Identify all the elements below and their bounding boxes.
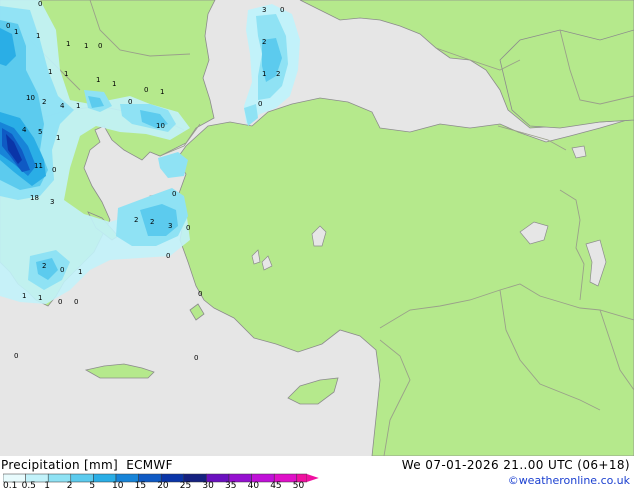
precip-label: 1 <box>66 40 70 48</box>
precip-label: 1 <box>64 70 68 78</box>
precip-label: 18 <box>30 194 39 202</box>
precip-label: 0 <box>198 290 202 298</box>
credit-link[interactable]: ©weatheronline.co.uk <box>508 474 630 487</box>
precip-label: 1 <box>76 102 80 110</box>
valid-time: We 07-01-2026 21..00 UTC (06+18) <box>401 458 630 472</box>
product-title: Precipitation [mm] ECMWF <box>1 458 173 472</box>
precip-label: 11 <box>34 162 43 170</box>
precip-label: 0 <box>98 42 102 50</box>
precip-label: 2 <box>42 98 46 106</box>
precip-label: 10 <box>156 122 165 130</box>
precip-label: 0 <box>172 190 176 198</box>
precip-label: 3 <box>50 198 54 206</box>
map-footer: Precipitation [mm] ECMWF We 07-01-2026 2… <box>0 456 634 491</box>
precip-label: 5 <box>38 128 42 136</box>
land-caucasus <box>499 29 634 129</box>
precip-label: 0 <box>194 354 198 362</box>
precip-label: 10 <box>26 94 35 102</box>
precip-label: 1 <box>22 292 26 300</box>
precip-label: 0 <box>74 298 78 306</box>
precip-label: 4 <box>60 102 65 110</box>
precip-label: 0 <box>280 6 284 14</box>
precip-label: 3 <box>262 6 266 14</box>
precipitation-map-canvas: 0 1 1 0 3 1 2 0 1 1 2 1 1 0 1 1 0 10 2 4… <box>0 0 634 456</box>
model-name: ECMWF <box>126 458 173 472</box>
precip-label: 0 <box>128 98 132 106</box>
precip-label: 2 <box>262 38 266 46</box>
precip-label: 0 <box>6 22 10 30</box>
precip-label: 2 <box>150 218 154 226</box>
precip-label: 1 <box>56 134 60 142</box>
precip-label: 0 <box>38 0 42 8</box>
precip-label: 2 <box>134 216 138 224</box>
precip-label: 0 <box>258 100 262 108</box>
precip-label: 1 <box>48 68 52 76</box>
precip-label: 0 <box>144 86 148 94</box>
precip-label: 1 <box>78 268 82 276</box>
weather-map: 0 1 1 0 3 1 2 0 1 1 2 1 1 0 1 1 0 10 2 4… <box>0 0 634 456</box>
precip-label: 3 <box>168 222 172 230</box>
precip-label: 1 <box>112 80 116 88</box>
precip-label: 1 <box>160 88 164 96</box>
precip-label: 0 <box>166 252 170 260</box>
precip-label: 1 <box>96 76 100 84</box>
precip-label: 0 <box>60 266 64 274</box>
precip-label: 0 <box>52 166 56 174</box>
precip-label: 2 <box>42 262 46 270</box>
precip-label: 4 <box>22 126 27 134</box>
precip-label: 1 <box>84 42 88 50</box>
precip-label: 0 <box>58 298 62 306</box>
precip-label: 0 <box>186 224 190 232</box>
precip-label: 0 <box>14 352 18 360</box>
precip-label: 2 <box>276 70 280 78</box>
precip-label: 1 <box>262 70 266 78</box>
precip-label: 1 <box>14 28 18 36</box>
product-name: Precipitation [mm] <box>1 458 118 472</box>
precip-label: 1 <box>38 294 42 302</box>
precip-label: 1 <box>36 32 40 40</box>
